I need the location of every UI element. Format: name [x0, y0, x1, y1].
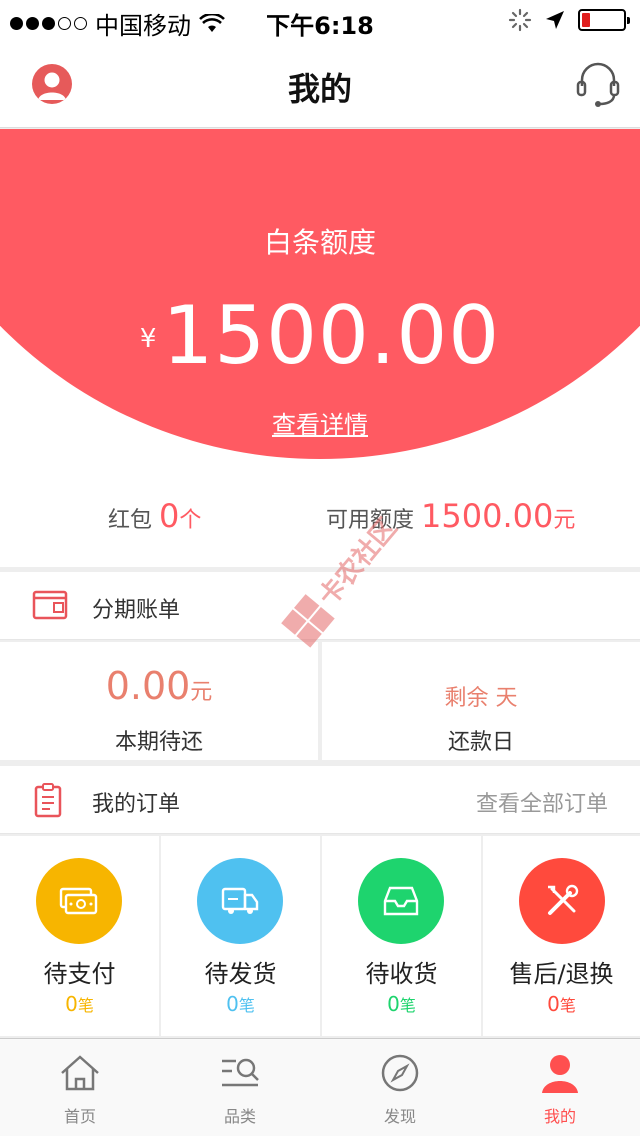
wallet-icon: [32, 590, 68, 620]
order-pending-receipt[interactable]: 待收货 0笔: [322, 836, 481, 1036]
order-count-value: 0: [387, 992, 400, 1016]
order-icon-circle: [519, 858, 605, 944]
order-count-unit: 笔: [77, 996, 94, 1015]
order-label: 待支付: [43, 960, 116, 988]
order-label: 待发货: [204, 960, 277, 988]
order-count-value: 0: [547, 992, 560, 1016]
customer-service-icon[interactable]: [576, 60, 620, 108]
tab-label: 发现: [383, 1107, 416, 1126]
order-icon-circle: [36, 858, 122, 944]
current-due-value: 0.00: [105, 664, 191, 708]
location-arrow-icon: [546, 11, 564, 29]
loading-spinner-icon: [508, 8, 532, 32]
credit-limit-amount: ¥1500.00: [0, 289, 640, 382]
order-count-unit: 笔: [238, 996, 255, 1015]
view-all-orders-link[interactable]: 查看全部订单: [476, 786, 608, 818]
inbox-icon: [383, 886, 419, 916]
tab-label: 品类: [223, 1107, 256, 1126]
order-icon-circle: [197, 858, 283, 944]
order-count-value: 0: [226, 992, 239, 1016]
order-pending-shipment[interactable]: 待发货 0笔: [161, 836, 320, 1036]
page-title: 我的: [287, 70, 352, 108]
order-icon-circle: [358, 858, 444, 944]
tab-category[interactable]: 品类: [160, 1039, 320, 1136]
current-due-unit: 元: [190, 680, 213, 705]
installment-bill-header[interactable]: 分期账单: [0, 572, 640, 640]
order-count-value: 0: [65, 992, 78, 1016]
order-count: 0笔: [0, 992, 159, 1016]
currency-symbol: ¥: [139, 324, 157, 354]
truck-icon: [221, 887, 259, 914]
order-count-unit: 笔: [559, 996, 576, 1015]
tab-discover[interactable]: 发现: [320, 1039, 480, 1136]
tab-label: 我的: [543, 1107, 576, 1126]
available-limit-stat: 可用额度 1500.00元: [326, 497, 575, 535]
my-orders-header: 我的订单 查看全部订单: [0, 766, 640, 834]
tools-icon: [548, 884, 579, 915]
nav-bar: 我的: [0, 40, 640, 128]
order-count-unit: 笔: [399, 996, 416, 1015]
credit-limit-value: 1500.00: [162, 289, 501, 382]
red-packet-unit: 个: [179, 508, 202, 533]
red-packet-value: 0: [159, 497, 180, 535]
order-label: 售后/退换: [509, 960, 614, 988]
order-label: 待收货: [365, 960, 438, 988]
status-bar: 中国移动 下午6:18: [0, 0, 640, 40]
battery-icon: [578, 9, 630, 31]
available-limit-unit: 元: [553, 508, 576, 533]
order-count: 0笔: [483, 992, 640, 1016]
credit-limit-label: 白条额度: [263, 226, 376, 259]
view-details-link[interactable]: 查看详情: [0, 405, 640, 440]
current-due-caption: 本期待还: [114, 730, 203, 755]
credit-limit-hero: 白条额度 ¥1500.00 查看详情: [0, 129, 640, 469]
red-packet-label: 红包: [108, 508, 153, 533]
clipboard-icon: [34, 783, 62, 818]
tab-home[interactable]: 首页: [0, 1039, 160, 1136]
red-packet-stat[interactable]: 红包 0个: [108, 497, 201, 535]
my-orders-title: 我的订单: [92, 792, 181, 817]
compass-icon: [381, 1054, 419, 1092]
cash-icon: [59, 887, 98, 915]
user-icon: [542, 1055, 578, 1093]
tab-label: 首页: [63, 1107, 96, 1126]
order-count: 0笔: [322, 992, 481, 1016]
available-limit-value: 1500.00: [421, 497, 554, 535]
repayment-day-box[interactable]: 剩余 天 还款日: [322, 642, 640, 760]
remaining-days-text: 剩余 天: [444, 686, 518, 711]
installment-bill-title: 分期账单: [92, 598, 181, 623]
tab-bar: 首页 品类 发现 我的: [0, 1038, 640, 1136]
category-search-icon: [222, 1058, 259, 1087]
available-limit-label: 可用额度: [326, 508, 415, 533]
order-pending-payment[interactable]: 待支付 0笔: [0, 836, 159, 1036]
current-due-amount: 0.00元: [0, 664, 318, 708]
current-due-box[interactable]: 0.00元 本期待还: [0, 642, 318, 760]
repayment-day-caption: 还款日: [447, 730, 514, 755]
stats-row: 红包 0个 可用额度 1500.00元: [0, 469, 640, 567]
order-after-sales[interactable]: 售后/退换 0笔: [483, 836, 640, 1036]
order-count: 0笔: [161, 992, 320, 1016]
home-icon: [61, 1055, 99, 1091]
tab-mine[interactable]: 我的: [480, 1039, 640, 1136]
status-right: [508, 8, 630, 32]
